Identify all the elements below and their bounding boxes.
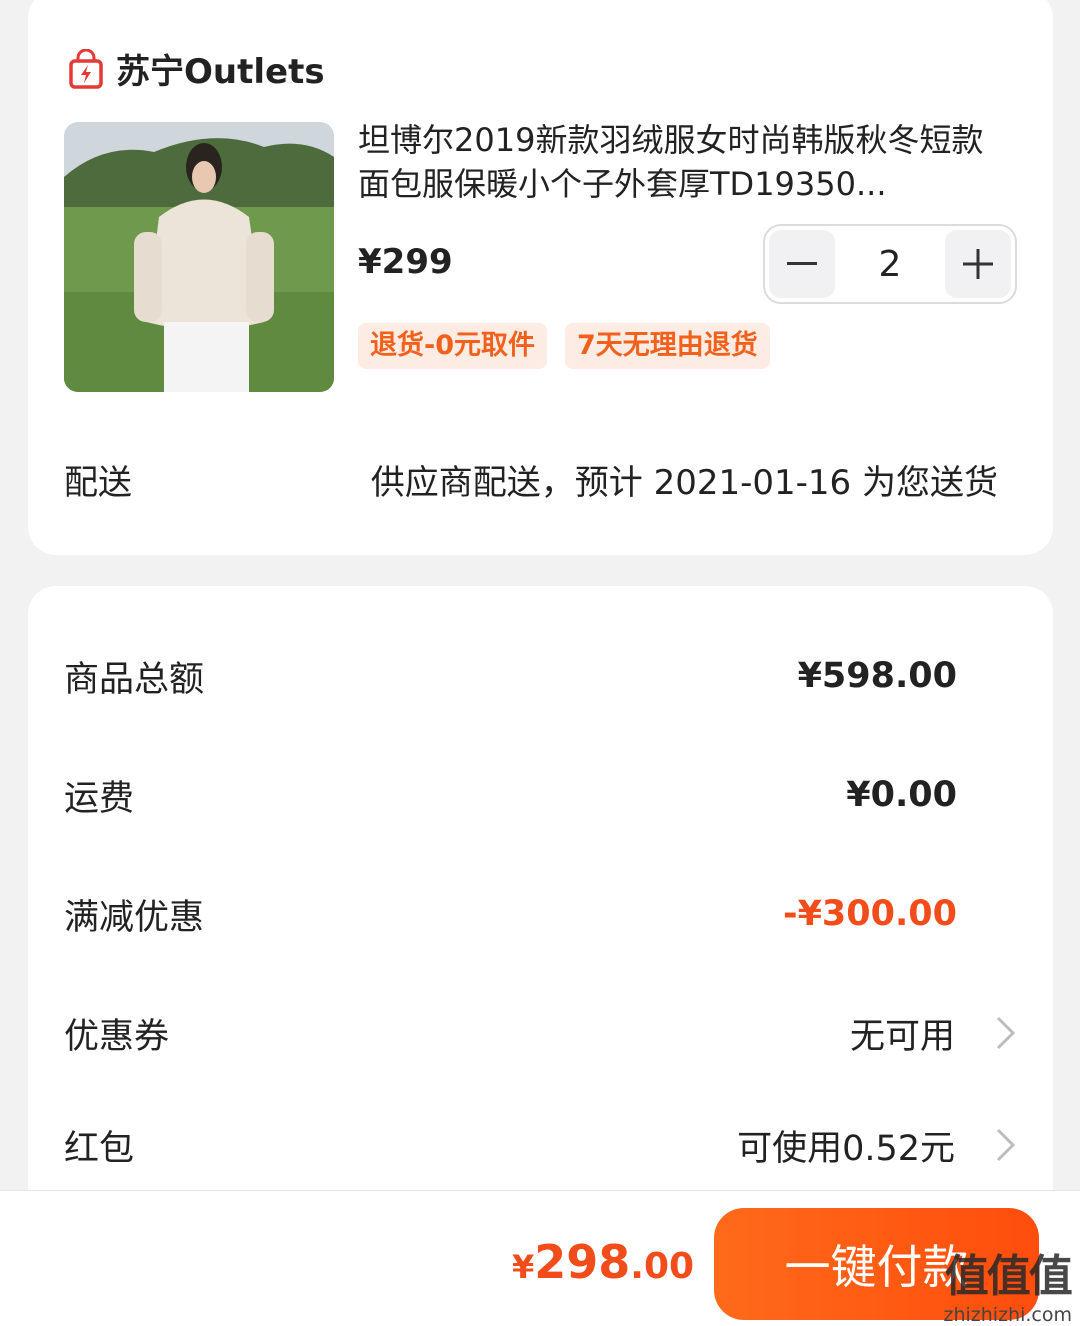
product-price: ¥299 (358, 242, 453, 282)
decrease-button[interactable] (769, 230, 835, 298)
total-integer: 298 (534, 1235, 631, 1289)
order-total: ¥298.00 (512, 1235, 694, 1289)
goods-total-label: 商品总额 (64, 659, 205, 700)
chevron-right-icon (996, 1128, 1016, 1162)
chevron-right-icon (996, 1016, 1016, 1050)
store-card: 苏宁Outlets 坦博尔2019新款羽绒服女时尚韩版秋冬短款面包服保暖小个子外… (28, 0, 1053, 555)
redpacket-value: 可使用0.52元 (737, 1128, 955, 1169)
goods-total-row: 商品总额 ¥598.00 (64, 646, 1017, 706)
shipping-row: 运费 ¥0.00 (64, 765, 1017, 825)
return-pickup-tag: 退货-0元取件 (358, 323, 547, 369)
plus-icon (963, 249, 993, 279)
quantity-value[interactable]: 2 (835, 244, 945, 285)
shopping-bag-icon (69, 48, 103, 89)
shipping-label: 运费 (64, 778, 135, 819)
discount-label: 满减优惠 (64, 897, 205, 938)
delivery-value: 供应商配送，预计 2021-01-16 为您送货 (370, 463, 998, 503)
discount-row: 满减优惠 -¥300.00 (64, 884, 1017, 944)
service-tags: 退货-0元取件 7天无理由退货 (358, 323, 788, 369)
coupon-row[interactable]: 优惠券 无可用 (64, 1003, 1017, 1063)
seven-day-return-tag: 7天无理由退货 (565, 323, 770, 369)
product-image[interactable] (64, 122, 334, 392)
redpacket-row[interactable]: 红包 可使用0.52元 (64, 1115, 1017, 1175)
order-confirm-page: 苏宁Outlets 坦博尔2019新款羽绒服女时尚韩版秋冬短款面包服保暖小个子外… (0, 0, 1080, 1326)
total-decimal: .00 (630, 1246, 695, 1287)
discount-value: -¥300.00 (783, 894, 957, 934)
quantity-stepper: 2 (763, 224, 1017, 304)
delivery-label: 配送 (64, 463, 132, 503)
increase-button[interactable] (945, 230, 1011, 298)
product-photo (64, 122, 334, 392)
watermark-url: zhizhizhi.com (943, 1304, 1072, 1326)
checkout-bar: ¥298.00 一键付款 (0, 1190, 1080, 1326)
product-title[interactable]: 坦博尔2019新款羽绒服女时尚韩版秋冬短款面包服保暖小个子外套厚TD19350.… (358, 118, 1008, 206)
coupon-label: 优惠券 (64, 1016, 170, 1057)
coupon-value: 无可用 (849, 1016, 955, 1057)
minus-icon (787, 262, 817, 265)
watermark: 值值值 zhizhizhi.com (943, 1240, 1072, 1326)
store-name: 苏宁Outlets (116, 52, 325, 92)
total-currency: ¥ (512, 1248, 535, 1286)
redpacket-label: 红包 (64, 1128, 135, 1169)
goods-total-value: ¥598.00 (797, 656, 957, 696)
watermark-logo: 值值值 (944, 1251, 1073, 1302)
shipping-value: ¥0.00 (846, 775, 957, 815)
store-header[interactable]: 苏宁Outlets (68, 44, 325, 93)
